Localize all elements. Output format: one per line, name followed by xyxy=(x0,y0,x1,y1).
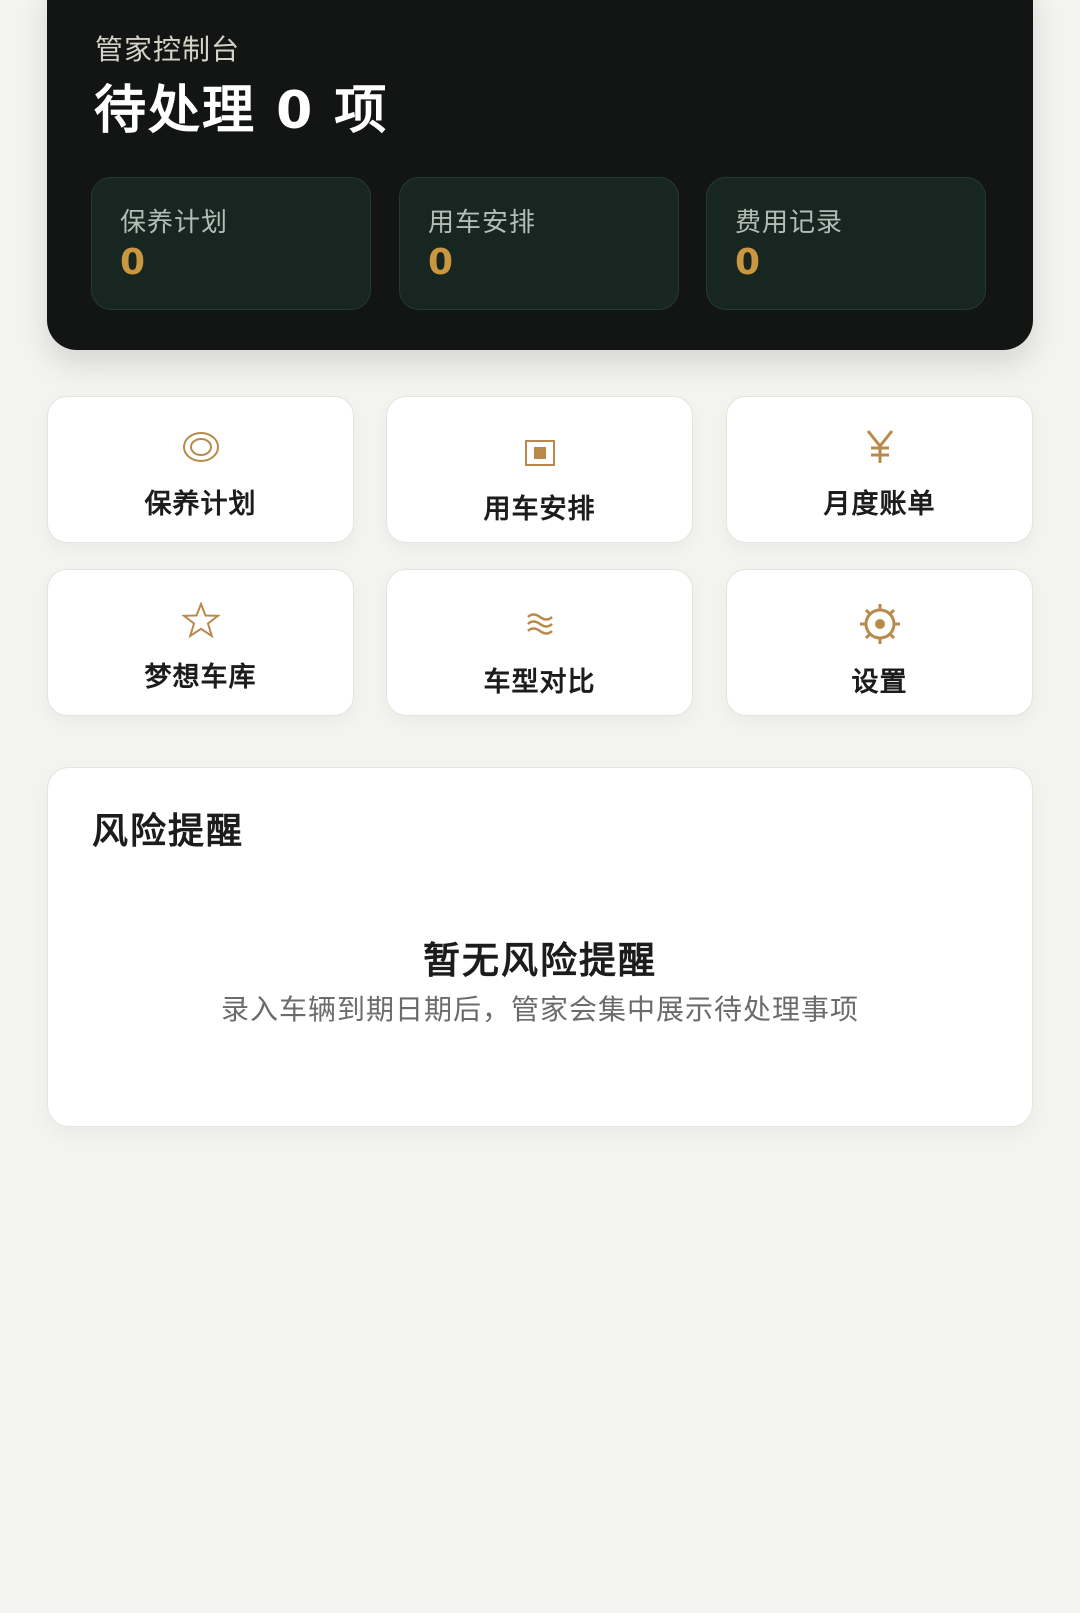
tile-label: 车型对比 xyxy=(483,667,596,698)
schedule-icon xyxy=(387,431,692,475)
tile-label: 保养计划 xyxy=(144,489,257,520)
tile-maintenance[interactable]: 保养计划 xyxy=(47,396,354,543)
stat-value: 0 xyxy=(428,242,454,283)
maintenance-icon xyxy=(48,425,353,469)
stat-schedule[interactable]: 用车安排 0 xyxy=(399,177,679,310)
tile-model-compare[interactable]: 车型对比 xyxy=(386,569,693,716)
stat-value: 0 xyxy=(120,242,146,283)
dashboard-subtitle: 管家控制台 xyxy=(95,33,241,66)
stat-maintenance[interactable]: 保养计划 0 xyxy=(91,177,371,310)
empty-state-description: 录入车辆到期日期后，管家会集中展示待处理事项 xyxy=(220,993,859,1026)
yen-icon xyxy=(727,425,1032,469)
pending-count-title: 待处理 0 项 xyxy=(94,81,389,141)
tile-monthly-bill[interactable]: 月度账单 xyxy=(726,396,1033,543)
risk-panel-title: 风险提醒 xyxy=(92,811,245,852)
tile-label: 设置 xyxy=(851,667,908,698)
stat-label: 用车安排 xyxy=(428,208,537,238)
stat-expenses[interactable]: 费用记录 0 xyxy=(706,177,986,310)
risk-reminder-panel: 风险提醒 暂无风险提醒 录入车辆到期日期后，管家会集中展示待处理事项 xyxy=(47,767,1033,1127)
compare-icon xyxy=(387,602,692,646)
tile-label: 月度账单 xyxy=(823,489,936,520)
settings-icon xyxy=(727,602,1032,646)
tile-label: 梦想车库 xyxy=(144,662,257,693)
tile-settings[interactable]: 设置 xyxy=(726,569,1033,716)
tile-schedule[interactable]: 用车安排 xyxy=(386,396,693,543)
tile-label: 用车安排 xyxy=(483,494,596,525)
empty-state-title: 暂无风险提醒 xyxy=(423,939,657,982)
dashboard-summary-card: 管家控制台 待处理 0 项 保养计划 0 用车安排 0 费用记录 0 xyxy=(47,0,1033,350)
tile-dream-garage[interactable]: 梦想车库 xyxy=(47,569,354,716)
stat-label: 保养计划 xyxy=(120,208,229,238)
stat-value: 0 xyxy=(735,242,761,283)
page: 管家控制台 待处理 0 项 保养计划 0 用车安排 0 费用记录 0 保养计划 xyxy=(0,0,1080,1613)
star-icon xyxy=(48,598,353,642)
stat-label: 费用记录 xyxy=(735,208,844,238)
